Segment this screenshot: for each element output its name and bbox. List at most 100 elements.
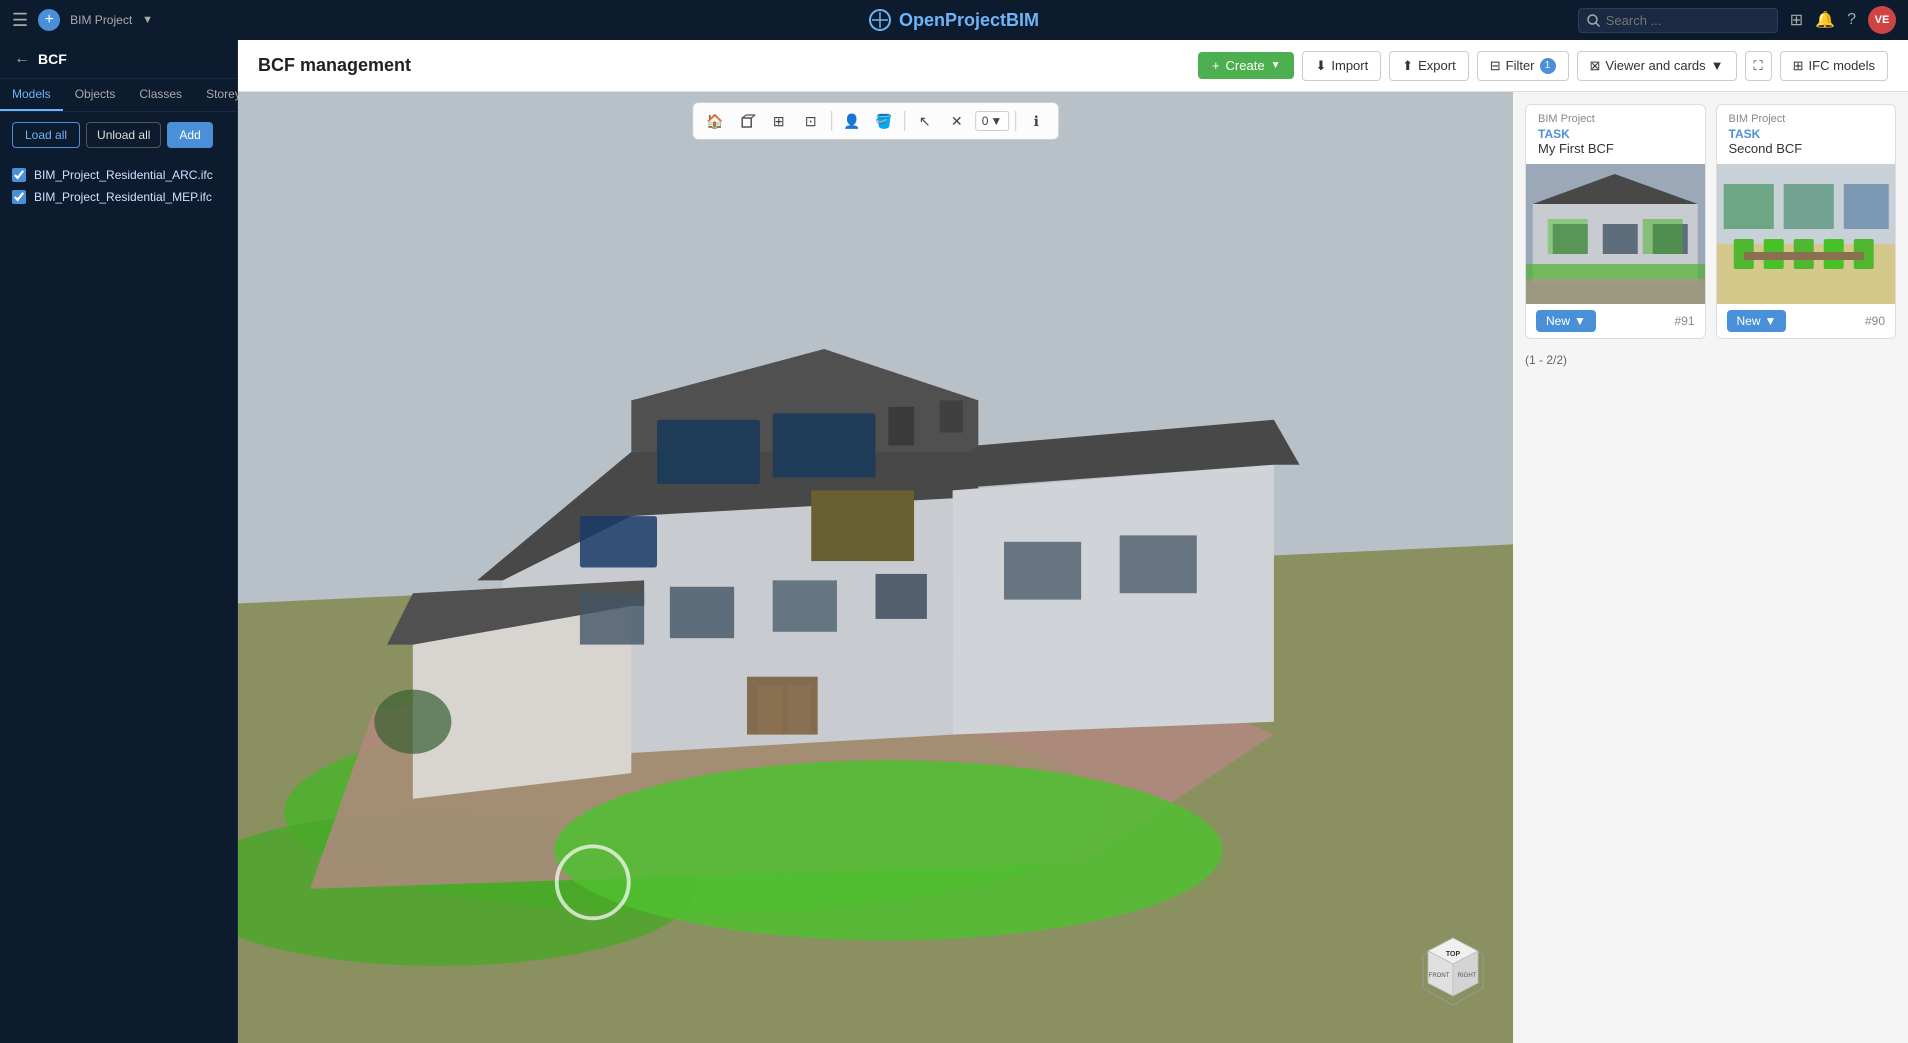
top-navigation: ☰ + BIM Project ▼ OpenProjectBIM ⊞ 🔔 ? V… bbox=[0, 0, 1908, 40]
tab-classes[interactable]: Classes bbox=[127, 79, 194, 111]
avatar[interactable]: VE bbox=[1868, 6, 1896, 34]
export-button[interactable]: ⬆ Export bbox=[1389, 51, 1468, 81]
model-checkbox-arc[interactable] bbox=[12, 168, 26, 182]
project-dropdown[interactable]: BIM Project bbox=[70, 13, 132, 27]
bcf-card-2-footer: New ▼ #90 bbox=[1717, 304, 1896, 338]
model-name-mep: BIM_Project_Residential_MEP.ifc bbox=[34, 190, 212, 204]
bcf-card-1-scene bbox=[1526, 164, 1705, 304]
bcf-card-1-task: TASK bbox=[1538, 127, 1693, 141]
bell-icon[interactable]: 🔔 bbox=[1815, 10, 1835, 30]
search-input[interactable] bbox=[1606, 13, 1756, 28]
filter-badge: 1 bbox=[1540, 58, 1556, 74]
project-dropdown-arrow: ▼ bbox=[142, 14, 153, 26]
paint-button[interactable]: 🪣 bbox=[870, 107, 898, 135]
fullscreen-icon: ⛶ bbox=[1754, 58, 1763, 73]
model-name-arc: BIM_Project_Residential_ARC.ifc bbox=[34, 168, 213, 182]
bcf-card-2-scene bbox=[1717, 164, 1896, 304]
sidebar-title: BCF bbox=[38, 51, 67, 67]
bcf-card-2-status-arrow: ▼ bbox=[1765, 314, 1777, 328]
grid-view-button[interactable]: ⊞ bbox=[765, 107, 793, 135]
menu-icon[interactable]: ☰ bbox=[12, 10, 28, 31]
toolbar-divider-3 bbox=[1015, 111, 1016, 131]
bcf-card-1-project: BIM Project bbox=[1538, 113, 1693, 125]
navigation-cube[interactable]: TOP FRONT RIGHT bbox=[1413, 933, 1493, 1013]
fullscreen-button[interactable]: ⛶ bbox=[1745, 51, 1772, 81]
bcf-card-1-header: BIM Project TASK My First BCF bbox=[1526, 105, 1705, 164]
new-project-button[interactable]: + bbox=[38, 9, 60, 31]
load-all-button[interactable]: Load all bbox=[12, 122, 80, 148]
create-dropdown-arrow: ▼ bbox=[1271, 60, 1281, 71]
svg-text:TOP: TOP bbox=[1446, 951, 1461, 958]
viewer-cards-button[interactable]: ⊠ Viewer and cards ▼ bbox=[1577, 51, 1737, 81]
help-icon[interactable]: ? bbox=[1847, 11, 1856, 29]
bcf-card-2-image bbox=[1717, 164, 1896, 304]
viewer-toolbar: 🏠 ⊞ ⊡ 👤 🪣 ↖ ✕ 0 ▼ ℹ bbox=[692, 102, 1060, 140]
bcf-card-2-project: BIM Project bbox=[1729, 113, 1884, 125]
viewer-icon: ⊠ bbox=[1590, 58, 1601, 74]
create-label: Create bbox=[1226, 58, 1265, 73]
create-button[interactable]: + Create ▼ bbox=[1198, 52, 1295, 79]
bcf-card-2-status-button[interactable]: New ▼ bbox=[1727, 310, 1787, 332]
building-3d-scene bbox=[238, 92, 1513, 1043]
bcf-card-1-footer: New ▼ #91 bbox=[1526, 304, 1705, 338]
toolbar-divider-1 bbox=[831, 111, 832, 131]
sidebar: ← BCF Models Objects Classes Storeys Loa… bbox=[0, 40, 238, 1043]
unload-all-button[interactable]: Unload all bbox=[86, 122, 161, 148]
ifc-models-button[interactable]: ⊞ IFC models bbox=[1780, 51, 1888, 81]
select-arrow-button[interactable]: ↖ bbox=[911, 107, 939, 135]
filter-button[interactable]: ⊟ Filter 1 bbox=[1477, 51, 1569, 81]
info-button[interactable]: ℹ bbox=[1022, 107, 1050, 135]
viewer-dropdown-arrow: ▼ bbox=[1711, 58, 1724, 73]
tab-models[interactable]: Models bbox=[0, 79, 63, 111]
bcf-card-1-status-arrow: ▼ bbox=[1574, 314, 1586, 328]
sidebar-actions: Load all Unload all Add bbox=[0, 112, 237, 158]
back-button[interactable]: ← bbox=[14, 50, 30, 68]
list-item[interactable]: BIM_Project_Residential_MEP.ifc bbox=[12, 190, 225, 204]
cube-icon bbox=[739, 113, 755, 129]
filter-icon: ⊟ bbox=[1490, 58, 1501, 74]
viewer-area[interactable]: 🏠 ⊞ ⊡ 👤 🪣 ↖ ✕ 0 ▼ ℹ bbox=[238, 92, 1513, 1043]
cross-button[interactable]: ✕ bbox=[943, 107, 971, 135]
counter-dropdown: ▼ bbox=[990, 114, 1002, 128]
cube-view-button[interactable] bbox=[733, 107, 761, 135]
bcf-header-actions: + Create ▼ ⬇ Import ⬆ Export ⊟ Filter 1 … bbox=[1198, 51, 1888, 81]
home-view-button[interactable]: 🏠 bbox=[701, 107, 729, 135]
search-icon bbox=[1587, 14, 1600, 27]
filter-label: Filter bbox=[1506, 58, 1535, 73]
bcf-card-1-status-label: New bbox=[1546, 314, 1570, 328]
bcf-title: BCF management bbox=[258, 55, 411, 76]
bcf-pagination: (1 - 2/2) bbox=[1525, 349, 1896, 371]
export-label: Export bbox=[1418, 58, 1456, 73]
counter-select[interactable]: 0 ▼ bbox=[975, 111, 1010, 131]
person-view-button[interactable]: 👤 bbox=[838, 107, 866, 135]
viewer-label: Viewer and cards bbox=[1605, 58, 1705, 73]
bcf-card-2-task: TASK bbox=[1729, 127, 1884, 141]
bcf-card-1-status-button[interactable]: New ▼ bbox=[1536, 310, 1596, 332]
svg-text:FRONT: FRONT bbox=[1429, 973, 1450, 979]
bcf-card-2-status-label: New bbox=[1737, 314, 1761, 328]
app-logo-icon bbox=[869, 9, 891, 31]
bcf-card-1-title: My First BCF bbox=[1538, 141, 1693, 156]
top-nav-right: ⊞ 🔔 ? VE bbox=[1578, 6, 1896, 34]
bcf-header: BCF management + Create ▼ ⬇ Import ⬆ Exp… bbox=[238, 40, 1908, 92]
search-box[interactable] bbox=[1578, 8, 1778, 33]
ifc-icon: ⊞ bbox=[1793, 58, 1804, 74]
add-model-button[interactable]: Add bbox=[167, 122, 212, 148]
bcf-card-2[interactable]: BIM Project TASK Second BCF bbox=[1716, 104, 1897, 339]
bcf-card-2-number: #90 bbox=[1865, 314, 1885, 328]
bcf-card-1[interactable]: BIM Project TASK My First BCF bbox=[1525, 104, 1706, 339]
tab-objects[interactable]: Objects bbox=[63, 79, 128, 111]
model-checkbox-mep[interactable] bbox=[12, 190, 26, 204]
bcf-panel: BIM Project TASK My First BCF bbox=[1513, 92, 1908, 1043]
export-icon: ⬆ bbox=[1402, 58, 1413, 74]
bcf-cards-row: BIM Project TASK My First BCF bbox=[1525, 104, 1896, 339]
import-icon: ⬇ bbox=[1315, 58, 1326, 74]
list-item[interactable]: BIM_Project_Residential_ARC.ifc bbox=[12, 168, 225, 182]
import-button[interactable]: ⬇ Import bbox=[1302, 51, 1381, 81]
apps-grid-icon[interactable]: ⊞ bbox=[1790, 10, 1803, 30]
sidebar-tabs: Models Objects Classes Storeys bbox=[0, 79, 237, 112]
selection-button[interactable]: ⊡ bbox=[797, 107, 825, 135]
bcf-card-1-number: #91 bbox=[1674, 314, 1694, 328]
counter-value: 0 bbox=[982, 114, 989, 128]
ifc-label: IFC models bbox=[1809, 58, 1875, 73]
